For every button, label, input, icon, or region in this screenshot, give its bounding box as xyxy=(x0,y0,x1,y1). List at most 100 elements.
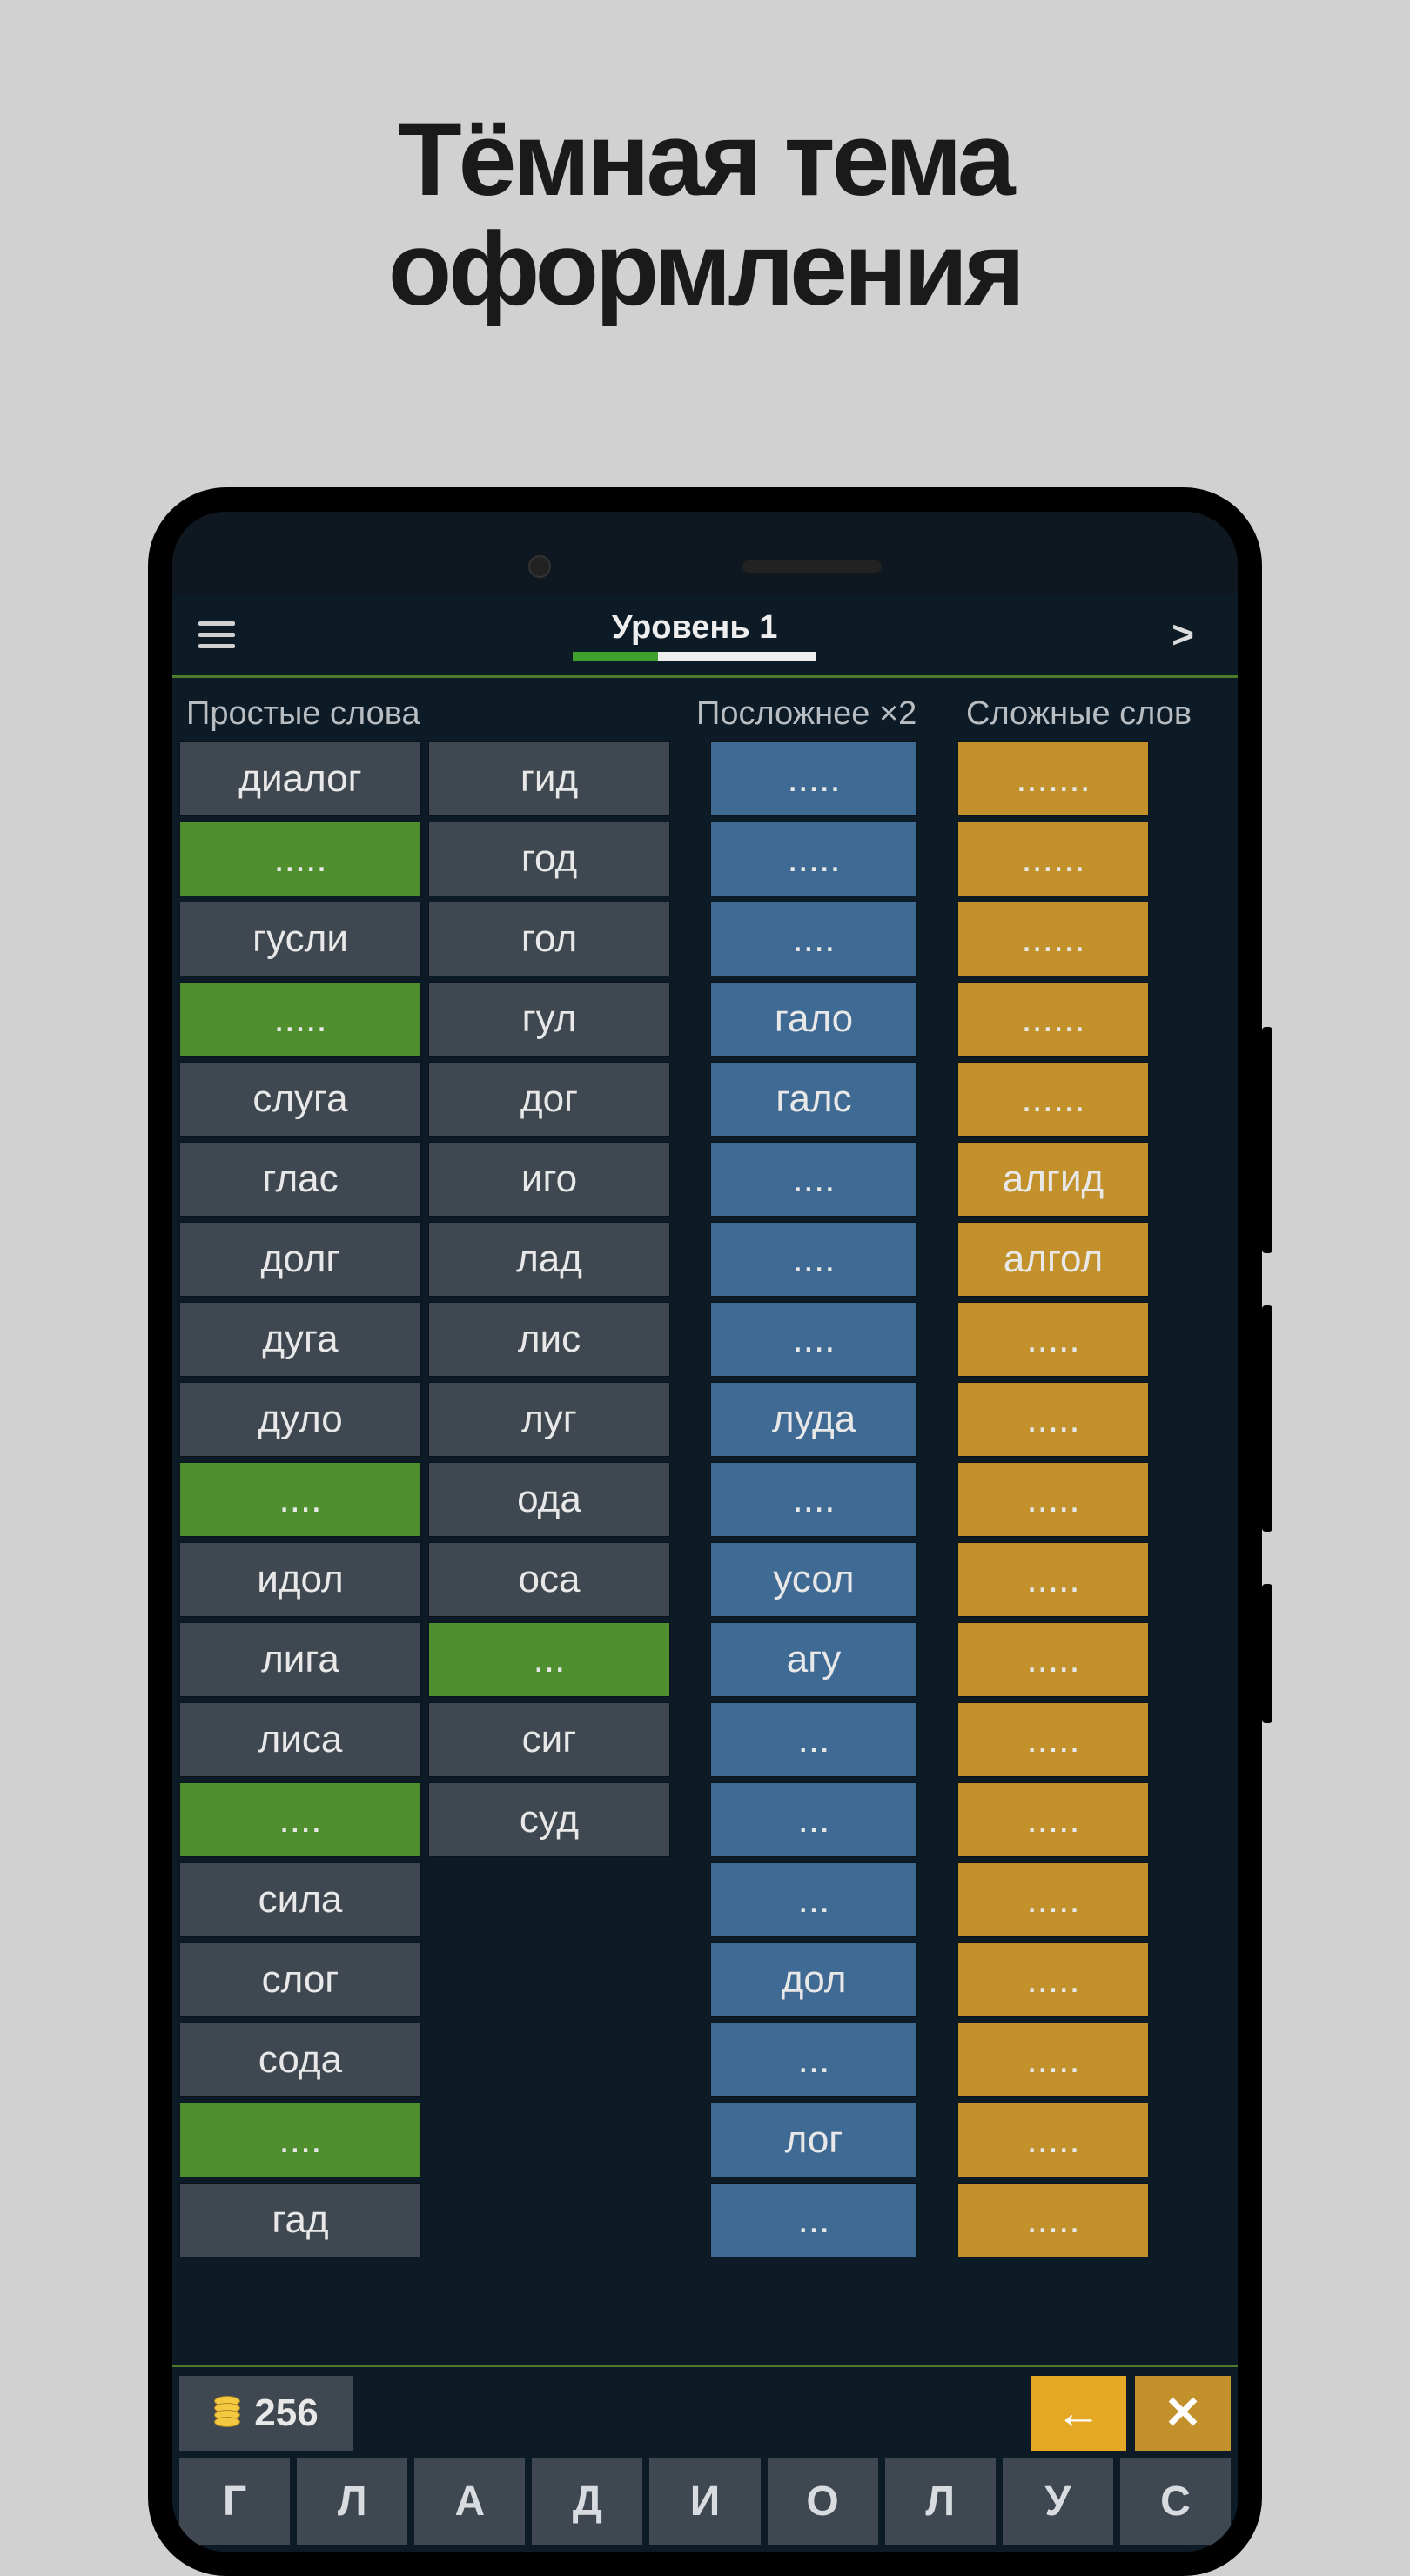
word-cell[interactable]: ..... xyxy=(957,1942,1149,2017)
word-cell[interactable]: луг xyxy=(428,1382,670,1457)
word-cell[interactable]: .... xyxy=(710,902,917,976)
header-hard: Сложные слов xyxy=(949,695,1227,733)
word-cell[interactable]: иго xyxy=(428,1142,670,1217)
word-cell[interactable]: .... xyxy=(710,1222,917,1297)
word-cell[interactable]: ... xyxy=(710,1702,917,1777)
word-cell[interactable]: дуло xyxy=(179,1382,421,1457)
word-cell[interactable]: ... xyxy=(710,2023,917,2097)
keyboard-key[interactable]: Л xyxy=(297,2458,407,2545)
word-cell[interactable]: .... xyxy=(710,1142,917,1217)
next-level-button[interactable]: > xyxy=(1154,614,1212,657)
word-cell[interactable]: глас xyxy=(179,1142,421,1217)
word-cell[interactable]: ..... xyxy=(957,1862,1149,1937)
keyboard-key[interactable]: И xyxy=(649,2458,760,2545)
keyboard-key[interactable]: У xyxy=(1003,2458,1113,2545)
keyboard-key[interactable]: С xyxy=(1120,2458,1231,2545)
word-cell[interactable]: алгол xyxy=(957,1222,1149,1297)
promo-title: Тёмная тема оформления xyxy=(0,0,1410,324)
word-cell[interactable]: ... xyxy=(710,1782,917,1857)
keyboard-key[interactable]: Д xyxy=(532,2458,642,2545)
column-hard: ...............................алгидалго… xyxy=(957,741,1149,2365)
word-cell[interactable]: долг xyxy=(179,1222,421,1297)
clear-button[interactable]: ✕ xyxy=(1135,2376,1231,2451)
word-cell[interactable]: лиса xyxy=(179,1702,421,1777)
word-cell[interactable]: гид xyxy=(428,741,670,816)
word-cell[interactable]: слуга xyxy=(179,1062,421,1137)
word-cell[interactable]: суд xyxy=(428,1782,670,1857)
word-cell[interactable]: лад xyxy=(428,1222,670,1297)
word-cell[interactable]: оса xyxy=(428,1542,670,1617)
word-cell[interactable]: ..... xyxy=(957,1702,1149,1777)
word-cell[interactable]: слог xyxy=(179,1942,421,2017)
word-cell[interactable]: агу xyxy=(710,1622,917,1697)
word-cell[interactable]: лис xyxy=(428,1302,670,1377)
word-cell[interactable]: ..... xyxy=(957,2023,1149,2097)
word-cell[interactable]: сила xyxy=(179,1862,421,1937)
column-simple-2: гидгодголгулдогиголадлислугодаоса...сигс… xyxy=(428,741,670,2365)
word-cell[interactable]: ...... xyxy=(957,1062,1149,1137)
word-cell[interactable]: .... xyxy=(710,1302,917,1377)
word-cell[interactable]: ... xyxy=(710,2183,917,2257)
volume-up-button xyxy=(1262,1027,1272,1253)
word-cell[interactable]: ода xyxy=(428,1462,670,1537)
word-cell[interactable]: гад xyxy=(179,2183,421,2257)
word-cell[interactable]: усол xyxy=(710,1542,917,1617)
word-cell[interactable]: дуга xyxy=(179,1302,421,1377)
keyboard-key[interactable]: А xyxy=(414,2458,525,2545)
word-cell[interactable]: ..... xyxy=(957,1462,1149,1537)
coins-button[interactable]: 256 xyxy=(179,2376,353,2451)
word-cell[interactable]: ..... xyxy=(957,1542,1149,1617)
word-cell[interactable]: ..... xyxy=(957,1382,1149,1457)
word-cell[interactable]: гусли xyxy=(179,902,421,976)
word-cell[interactable]: ..... xyxy=(710,741,917,816)
keyboard-key[interactable]: Л xyxy=(885,2458,996,2545)
word-cell[interactable]: ..... xyxy=(957,1782,1149,1857)
keyboard-key[interactable]: Г xyxy=(179,2458,290,2545)
word-cell[interactable]: .... xyxy=(710,1462,917,1537)
word-cell[interactable]: ..... xyxy=(957,2103,1149,2177)
word-cell[interactable]: гул xyxy=(428,982,670,1057)
word-cell[interactable]: галс xyxy=(710,1062,917,1137)
backspace-button[interactable]: ← xyxy=(1031,2376,1126,2451)
word-cell[interactable]: ..... xyxy=(957,1622,1149,1697)
phone-notch xyxy=(528,555,882,578)
word-cell[interactable]: лог xyxy=(710,2103,917,2177)
word-cell[interactable]: диалог xyxy=(179,741,421,816)
word-cell[interactable]: ..... xyxy=(179,822,421,896)
word-cell[interactable]: ...... xyxy=(957,982,1149,1057)
app-screen: Уровень 1 > Простые слова Посложнее ×2 С… xyxy=(172,594,1238,2552)
camera-icon xyxy=(528,555,551,578)
word-cell[interactable]: дол xyxy=(710,1942,917,2017)
word-cell[interactable]: ... xyxy=(710,1862,917,1937)
word-cell[interactable]: ..... xyxy=(957,2183,1149,2257)
section-headers: Простые слова Посложнее ×2 Сложные слов xyxy=(172,678,1238,741)
word-cell[interactable]: год xyxy=(428,822,670,896)
word-cell[interactable]: дог xyxy=(428,1062,670,1137)
header-medium: Посложнее ×2 xyxy=(679,695,949,733)
promo-title-line1: Тёмная тема xyxy=(0,104,1410,214)
word-cell[interactable]: ...... xyxy=(957,822,1149,896)
word-cell[interactable]: ..... xyxy=(710,822,917,896)
word-cell[interactable]: гало xyxy=(710,982,917,1057)
word-cell[interactable]: ....... xyxy=(957,741,1149,816)
power-button xyxy=(1262,1584,1272,1723)
keyboard-key[interactable]: О xyxy=(768,2458,878,2545)
word-cell[interactable]: ..... xyxy=(957,1302,1149,1377)
word-cell[interactable]: идол xyxy=(179,1542,421,1617)
word-cell[interactable]: .... xyxy=(179,1782,421,1857)
word-cell[interactable]: луда xyxy=(710,1382,917,1457)
word-cell[interactable]: .... xyxy=(179,1462,421,1537)
word-cell[interactable]: ...... xyxy=(957,902,1149,976)
word-cell[interactable]: сода xyxy=(179,2023,421,2097)
word-cell[interactable]: ... xyxy=(428,1622,670,1697)
word-cell[interactable]: гол xyxy=(428,902,670,976)
menu-button[interactable] xyxy=(198,621,235,648)
word-cell[interactable]: ..... xyxy=(179,982,421,1057)
level-label: Уровень 1 xyxy=(612,609,778,647)
volume-down-button xyxy=(1262,1305,1272,1532)
word-cell[interactable]: лига xyxy=(179,1622,421,1697)
word-cell[interactable]: .... xyxy=(179,2103,421,2177)
word-cell[interactable]: алгид xyxy=(957,1142,1149,1217)
word-cell[interactable]: сиг xyxy=(428,1702,670,1777)
words-grid: диалог.....гусли.....слугагласдолгдугаду… xyxy=(172,741,1238,2365)
